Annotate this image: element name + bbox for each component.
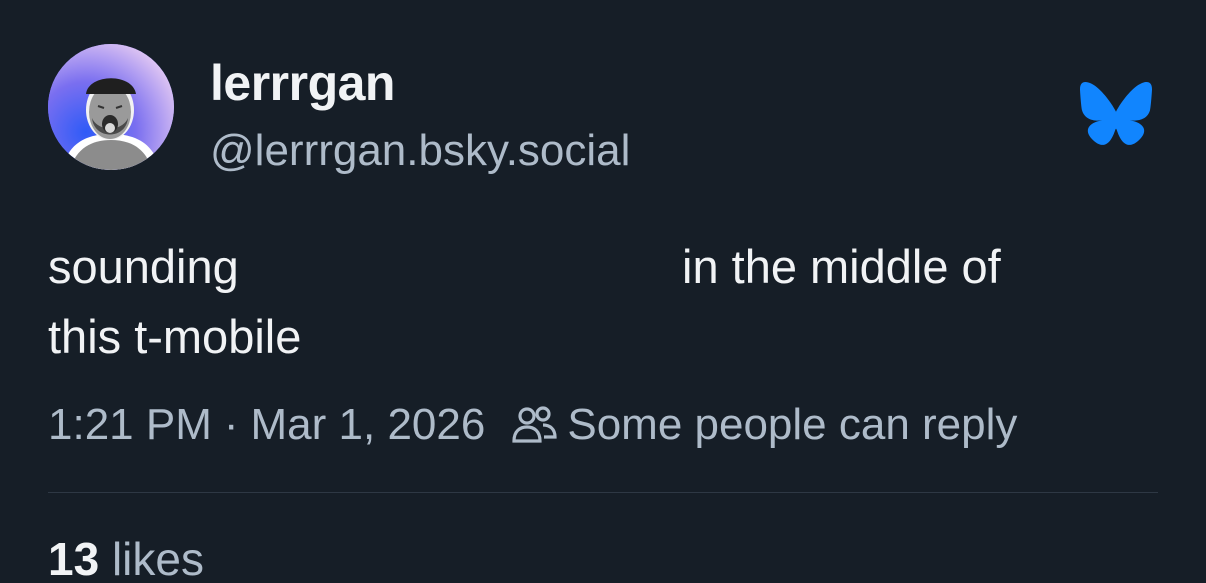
post-text-segment: sounding [48,240,239,293]
reply-setting[interactable]: Some people can reply [567,400,1017,450]
post-text: sounding in the middle of this t-mobile [48,232,1128,372]
avatar[interactable] [48,44,174,170]
display-name[interactable]: lerrrgan [210,54,395,112]
post-text-line-1: sounding in the middle of [48,232,1128,302]
divider [48,492,1158,493]
avatar-image [48,44,174,170]
likes-label: likes [111,533,204,583]
bluesky-butterfly-icon [1080,82,1152,145]
post-text-segment: this t-mobile [48,310,302,363]
post-card: lerrrgan @lerrrgan.bsky.social sounding … [0,0,1206,583]
post-text-line-2: this t-mobile [48,302,1128,372]
post-text-segment: in the middle of [682,240,1001,293]
likes-count: 13 [48,533,100,583]
people-icon [511,403,559,447]
handle[interactable]: @lerrrgan.bsky.social [210,126,630,176]
meta-separator: · [223,400,239,449]
likes-link[interactable]: 13 likes [48,532,204,583]
post-meta: 1:21 PM · Mar 1, 2026 Some people can re… [48,400,1017,450]
post-time: 1:21 PM [48,400,212,449]
post-date: Mar 1, 2026 [250,400,486,449]
